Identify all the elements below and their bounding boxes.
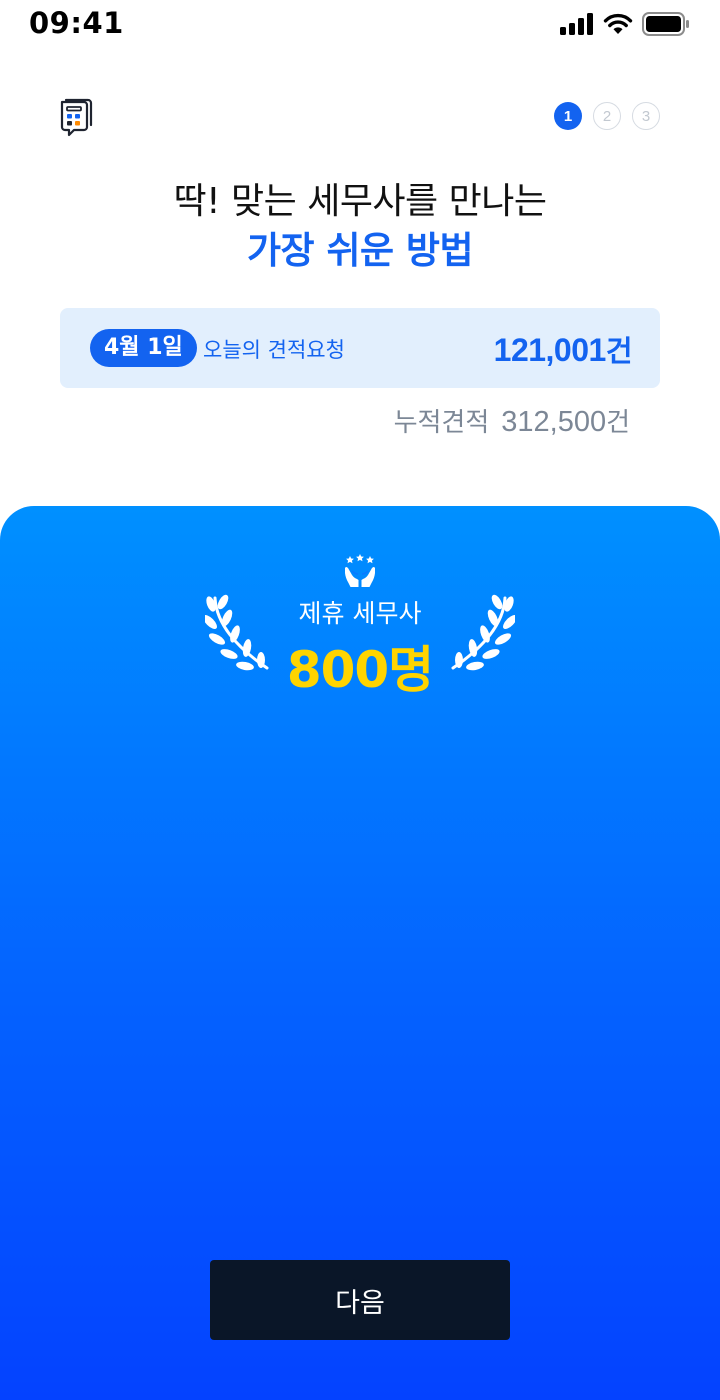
next-button[interactable]: 다음: [210, 1260, 510, 1340]
total-requests-count: 312,500건: [501, 402, 630, 439]
partner-label: 제휴 세무사: [298, 599, 422, 628]
today-stats-card: 4월 1일 오늘의 견적요청 121,001건: [60, 308, 660, 388]
partner-count: 800명: [286, 641, 434, 699]
status-bar: 09:41: [0, 0, 720, 50]
today-count-unit: 건: [605, 334, 633, 368]
today-count-value: 121,001: [493, 332, 607, 368]
today-requests-label: 오늘의 견적요청: [203, 338, 345, 362]
status-icons: [560, 12, 690, 36]
step-1: 1: [554, 102, 582, 130]
status-time: 09:41: [29, 6, 124, 40]
battery-icon: [642, 12, 689, 36]
award-hands-icon: [345, 554, 375, 587]
app-logo-icon: [60, 98, 93, 137]
step-3: 3: [632, 102, 660, 130]
total-count-value: 312,500: [501, 406, 607, 438]
total-requests: 누적견적 312,500건: [394, 402, 630, 439]
partner-badge: 제휴 세무사 800명: [0, 506, 720, 706]
headline-line-1: 딱! 맞는 세무사를 만나는: [173, 181, 547, 222]
signal-icon: [560, 13, 593, 35]
total-requests-label: 누적견적: [393, 408, 490, 438]
today-requests-count: 121,001건: [493, 328, 633, 370]
wifi-icon: [603, 13, 633, 34]
step-2: 2: [593, 102, 621, 130]
headline-line-2: 가장 쉬운 방법: [246, 229, 474, 272]
date-badge: 4월 1일: [90, 329, 197, 367]
step-indicator: 1 2 3: [554, 102, 660, 130]
total-count-unit: 건: [606, 408, 630, 438]
